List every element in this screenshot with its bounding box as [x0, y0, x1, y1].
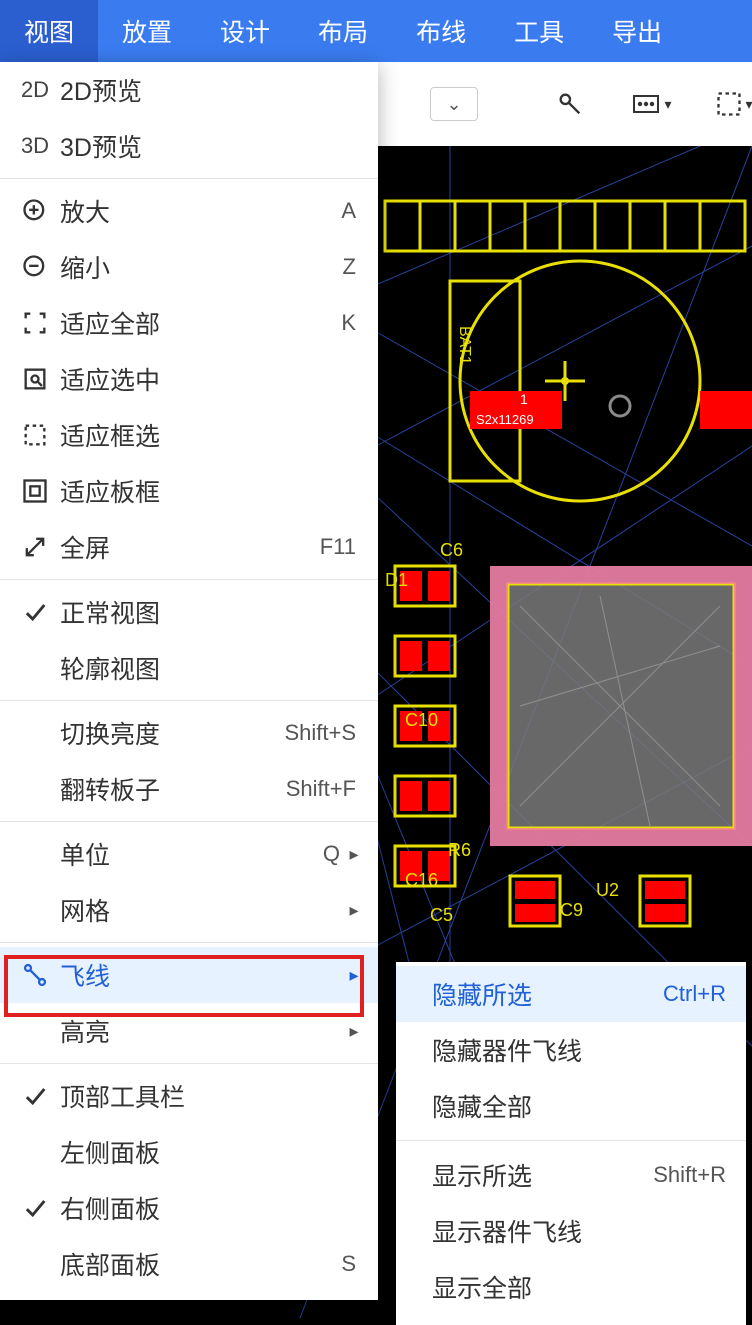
- menu-fit-marquee[interactable]: 适应框选: [0, 407, 378, 463]
- svg-text:S2x11269: S2x11269: [476, 412, 534, 427]
- svg-text:C16: C16: [405, 870, 438, 890]
- separator: [0, 700, 378, 701]
- chevron-right-icon: ▸: [346, 900, 362, 921]
- zoom-in-icon: [14, 197, 56, 225]
- sub-hide-component-ratsnest[interactable]: 隐藏器件飞线: [396, 1022, 746, 1078]
- svg-text:C10: C10: [405, 710, 438, 730]
- menu-highlight[interactable]: 高亮 ▸: [0, 1003, 378, 1059]
- svg-text:BAT1: BAT1: [456, 326, 473, 365]
- fit-selected-icon: [14, 365, 56, 393]
- menu-route[interactable]: 布线: [392, 0, 490, 62]
- menu-toggle-brightness[interactable]: 切换亮度 Shift+S: [0, 705, 378, 761]
- menu-fit-selected[interactable]: 适应选中: [0, 351, 378, 407]
- menu-right-panel[interactable]: 右侧面板: [0, 1180, 378, 1236]
- menu-layout[interactable]: 布局: [294, 0, 392, 62]
- svg-text:C6: C6: [440, 540, 463, 560]
- chevron-right-icon: ▸: [346, 1021, 362, 1042]
- menu-view[interactable]: 视图: [0, 0, 98, 62]
- menu-units[interactable]: 单位 Q ▸: [0, 826, 378, 882]
- svg-text:1: 1: [520, 391, 528, 407]
- menu-grid[interactable]: 网格 ▸: [0, 882, 378, 938]
- view-dropdown: 2D 2D预览 3D 3D预览 放大 A 缩小 Z 适应全部 K 适应选中 适应…: [0, 62, 378, 1300]
- menu-top-toolbar[interactable]: 顶部工具栏: [0, 1068, 378, 1124]
- probe-icon[interactable]: [546, 80, 594, 128]
- menu-fullscreen[interactable]: 全屏 F11: [0, 519, 378, 575]
- sub-show-selected[interactable]: 显示所选 Shift+R: [396, 1147, 746, 1203]
- menu-fit-all[interactable]: 适应全部 K: [0, 295, 378, 351]
- fit-all-icon: [14, 309, 56, 337]
- menu-tools[interactable]: 工具: [490, 0, 588, 62]
- svg-text:R6: R6: [448, 840, 471, 860]
- separator: [0, 821, 378, 822]
- separator: [0, 178, 378, 179]
- ratsnest-submenu: 隐藏所选 Ctrl+R 隐藏器件飞线 隐藏全部 显示所选 Shift+R 显示器…: [396, 962, 746, 1325]
- check-icon: [14, 598, 56, 626]
- menu-design[interactable]: 设计: [196, 0, 294, 62]
- sub-show-component-ratsnest[interactable]: 显示器件飞线: [396, 1203, 746, 1259]
- marquee-icon[interactable]: ▾: [710, 80, 752, 128]
- svg-text:C9: C9: [560, 900, 583, 920]
- 2d-text-icon: 2D: [14, 77, 56, 103]
- menu-fit-board[interactable]: 适应板框: [0, 463, 378, 519]
- svg-text:U2: U2: [596, 880, 619, 900]
- menu-place[interactable]: 放置: [98, 0, 196, 62]
- menu-normal-view[interactable]: 正常视图: [0, 584, 378, 640]
- menu-outline-view[interactable]: 轮廓视图: [0, 640, 378, 696]
- menu-ratsnest[interactable]: 飞线 ▸: [0, 947, 378, 1003]
- separator: [0, 942, 378, 943]
- sub-hide-selected[interactable]: 隐藏所选 Ctrl+R: [396, 966, 746, 1022]
- check-icon: [14, 1194, 56, 1222]
- fit-marquee-icon: [14, 421, 56, 449]
- menu-3d-preview[interactable]: 3D 3D预览: [0, 118, 378, 174]
- menu-bar: 视图 放置 设计 布局 布线 工具 导出: [0, 0, 752, 62]
- separator: [0, 1063, 378, 1064]
- menu-2d-preview[interactable]: 2D 2D预览: [0, 62, 378, 118]
- menu-zoom-in[interactable]: 放大 A: [0, 183, 378, 239]
- 3d-text-icon: 3D: [14, 133, 56, 159]
- svg-text:D1: D1: [385, 570, 408, 590]
- menu-left-panel[interactable]: 左侧面板: [0, 1124, 378, 1180]
- chevron-right-icon: ▸: [346, 844, 362, 865]
- check-icon: [14, 1082, 56, 1110]
- chevron-right-icon: ▸: [346, 965, 362, 986]
- menu-export[interactable]: 导出: [588, 0, 686, 62]
- sub-hide-all[interactable]: 隐藏全部: [396, 1078, 746, 1134]
- rect-dots-icon[interactable]: ▾: [628, 80, 676, 128]
- svg-text:C5: C5: [430, 905, 453, 925]
- separator: [0, 579, 378, 580]
- menu-bottom-panel[interactable]: 底部面板 S: [0, 1236, 378, 1292]
- zhihu-icon: 知: [559, 1282, 583, 1306]
- menu-zoom-out[interactable]: 缩小 Z: [0, 239, 378, 295]
- fullscreen-icon: [14, 533, 56, 561]
- watermark: 知 知乎 @立创EDA: [559, 1279, 738, 1308]
- fit-board-icon: [14, 477, 56, 505]
- ratsnest-icon: [14, 961, 56, 989]
- menu-flip-board[interactable]: 翻转板子 Shift+F: [0, 761, 378, 817]
- separator: [396, 1140, 746, 1141]
- zoom-out-icon: [14, 253, 56, 281]
- toolbar-dropdown[interactable]: ⌄: [430, 87, 478, 121]
